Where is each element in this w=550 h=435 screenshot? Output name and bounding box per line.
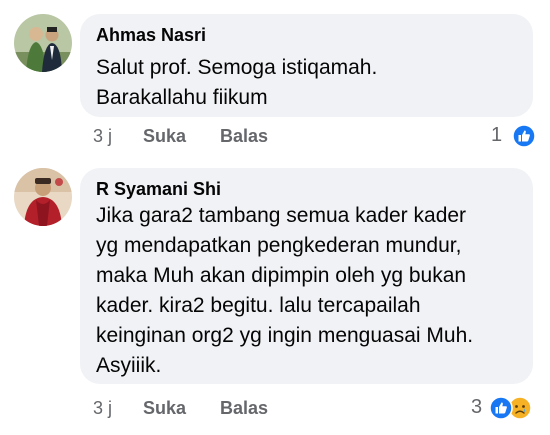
comment-bubble: Ahmas Nasri Salut prof. Semoga istiqamah…: [80, 14, 533, 117]
reply-button[interactable]: Balas: [220, 126, 268, 147]
comment-text-line: Jika gara2 tambang semua kader kader: [96, 204, 467, 227]
comment-text: Salut prof. Semoga istiqamah. Barakallah…: [96, 53, 377, 113]
like-icon[interactable]: [489, 396, 513, 420]
comment-bubble: R Syamani Shi Jika gara2 tambang semua k…: [80, 168, 533, 384]
comment-text-line: Asyiiik.: [96, 354, 162, 377]
comment-text-line: Salut prof. Semoga istiqamah.: [96, 56, 378, 79]
like-icon[interactable]: [512, 124, 536, 148]
comment-author[interactable]: R Syamani Shi: [96, 179, 221, 200]
avatar[interactable]: [14, 14, 72, 72]
like-button[interactable]: Suka: [143, 126, 186, 147]
comment-text-line: maka Muh akan dipimpin oleh yg bukan: [96, 264, 467, 287]
avatar[interactable]: [14, 168, 72, 226]
comment-text-line: keinginan org2 yg ingin menguasai Muh.: [96, 324, 474, 347]
reaction-count[interactable]: 1: [491, 124, 502, 147]
comment-text-line: kader. kira2 begitu. lalu tercapailah: [96, 294, 421, 317]
comment-timestamp[interactable]: 3 j: [93, 398, 112, 419]
reply-button[interactable]: Balas: [220, 398, 268, 419]
reaction-count[interactable]: 3: [471, 396, 482, 419]
comment-text-line: Barakallahu fiikum: [96, 86, 268, 109]
comment-text: Jika gara2 tambang semua kader kader yg …: [96, 201, 473, 381]
comment-text-line: yg mendapatkan pengkederan mundur,: [96, 234, 462, 257]
comment-timestamp[interactable]: 3 j: [93, 126, 112, 147]
comment-author[interactable]: Ahmas Nasri: [96, 25, 206, 46]
like-button[interactable]: Suka: [143, 398, 186, 419]
